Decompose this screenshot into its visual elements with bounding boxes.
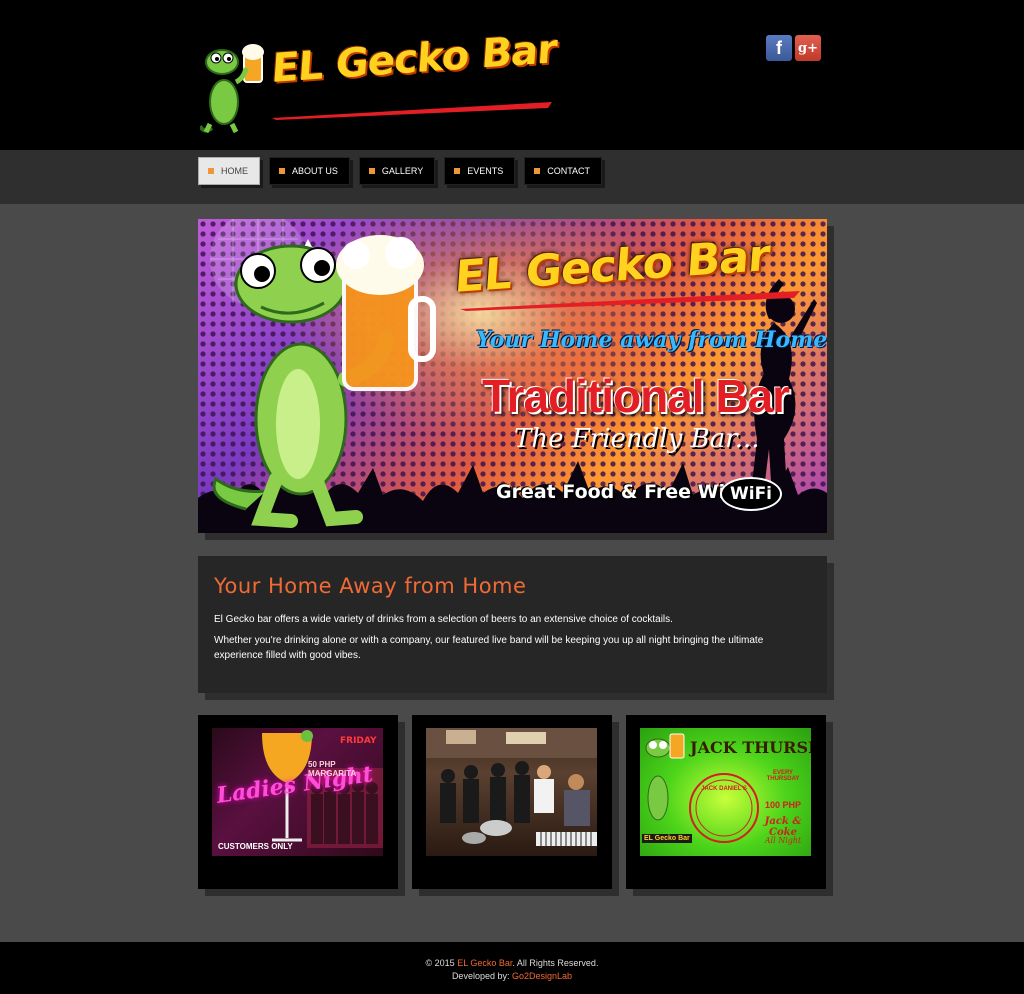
nav-item-label: HOME: [221, 166, 248, 176]
site-logo[interactable]: EL Gecko Bar: [200, 26, 558, 134]
jack-thursdays-drink: Jack & Coke: [764, 816, 802, 838]
intro-paragraph: Whether you're drinking alone or with a …: [214, 635, 764, 661]
copyright-line: © 2015 EL Gecko Bar. All Rights Reserved…: [0, 957, 1024, 970]
intro-paragraph: El Gecko bar offers a wide variety of dr…: [214, 614, 673, 625]
nav-marker-icon: [454, 168, 461, 174]
gecko-mascot-icon: [200, 44, 264, 134]
nav-item-home[interactable]: HOME: [198, 157, 260, 185]
hero-banner: EL Gecko Bar Your Home away from Home Tr…: [198, 219, 827, 533]
main-nav: HOME ABOUT US GALLERY EVENTS CONTACT: [198, 157, 603, 185]
copyright-suffix: . All Rights Reserved.: [512, 958, 599, 968]
nav-item-gallery[interactable]: GALLERY: [358, 157, 436, 185]
banner-features: Great Food & Free Wi-fi: [496, 481, 748, 503]
live-band-photo[interactable]: [426, 728, 597, 856]
facebook-icon[interactable]: f: [766, 35, 792, 61]
ladies-night-offer: 50 PHP MARGARITA: [308, 760, 357, 778]
wifi-badge: WiFi: [720, 477, 782, 511]
jack-thursdays-title: JACK THURSDAYS: [690, 738, 811, 757]
nav-item-contact[interactable]: CONTACT: [524, 157, 603, 185]
jack-thursdays-when: EVERY THURSDAY: [766, 770, 800, 782]
developer-link[interactable]: Go2DesignLab: [512, 971, 572, 981]
banner-subline: The Friendly Bar...: [514, 424, 760, 454]
developer-prefix: Developed by:: [451, 971, 510, 981]
ladies-night-image[interactable]: Ladies Night FRIDAY 50 PHP MARGARITA CUS…: [212, 728, 383, 856]
intro-section: Your Home Away from Home El Gecko bar of…: [198, 556, 827, 693]
nav-marker-icon: [534, 168, 541, 174]
site-header: EL Gecko Bar f g+: [0, 0, 1024, 150]
section-title: Your Home Away from Home: [214, 574, 527, 598]
ladies-night-note: CUSTOMERS ONLY: [218, 842, 293, 851]
nav-item-label: CONTACT: [547, 166, 591, 176]
banner-swoosh: [460, 291, 800, 311]
nav-marker-icon: [368, 168, 375, 174]
nav-item-label: EVENTS: [467, 166, 504, 176]
developer-line: Developed by: Go2DesignLab: [0, 970, 1024, 983]
live-band-graphic: [426, 728, 597, 846]
nav-item-label: GALLERY: [381, 166, 424, 176]
nav-item-about-us[interactable]: ABOUT US: [269, 157, 350, 185]
nav-marker-icon: [208, 168, 214, 174]
banner-headline: Traditional Bar: [482, 370, 790, 422]
nav-item-events[interactable]: EVENTS: [444, 157, 516, 185]
jack-thursdays-note: All Night: [764, 836, 802, 845]
promo-card-live-band[interactable]: [412, 715, 612, 889]
promo-card-jack-thursdays[interactable]: JACK THURSDAYS EVERY THURSDAY 100 PHP Ja…: [626, 715, 826, 889]
nav-marker-icon: [279, 168, 285, 174]
promo-card-ladies-night[interactable]: Ladies Night FRIDAY 50 PHP MARGARITA CUS…: [198, 715, 398, 889]
ladies-night-day: FRIDAY: [340, 736, 377, 746]
footer-brand-link[interactable]: EL Gecko Bar: [457, 958, 512, 968]
google-plus-icon[interactable]: g+: [795, 35, 821, 61]
jack-thursdays-logo: EL Gecko Bar: [642, 834, 692, 843]
logo-text: EL Gecko Bar: [270, 26, 558, 92]
hero-banner-image: EL Gecko Bar Your Home away from Home Tr…: [198, 219, 827, 533]
site-footer: © 2015 EL Gecko Bar. All Rights Reserved…: [0, 942, 1024, 994]
social-links: f g+: [766, 35, 821, 61]
nav-item-label: ABOUT US: [292, 166, 338, 176]
jack-thursdays-price: 100 PHP: [764, 800, 802, 810]
jack-daniels-label: JACK DANIEL'S: [701, 786, 747, 792]
banner-tagline: Your Home away from Home: [476, 327, 827, 353]
logo-swoosh: [272, 102, 552, 120]
gecko-mascot-icon: [212, 235, 436, 528]
jack-thursdays-image[interactable]: JACK THURSDAYS EVERY THURSDAY 100 PHP Ja…: [640, 728, 811, 856]
copyright-prefix: © 2015: [425, 958, 455, 968]
